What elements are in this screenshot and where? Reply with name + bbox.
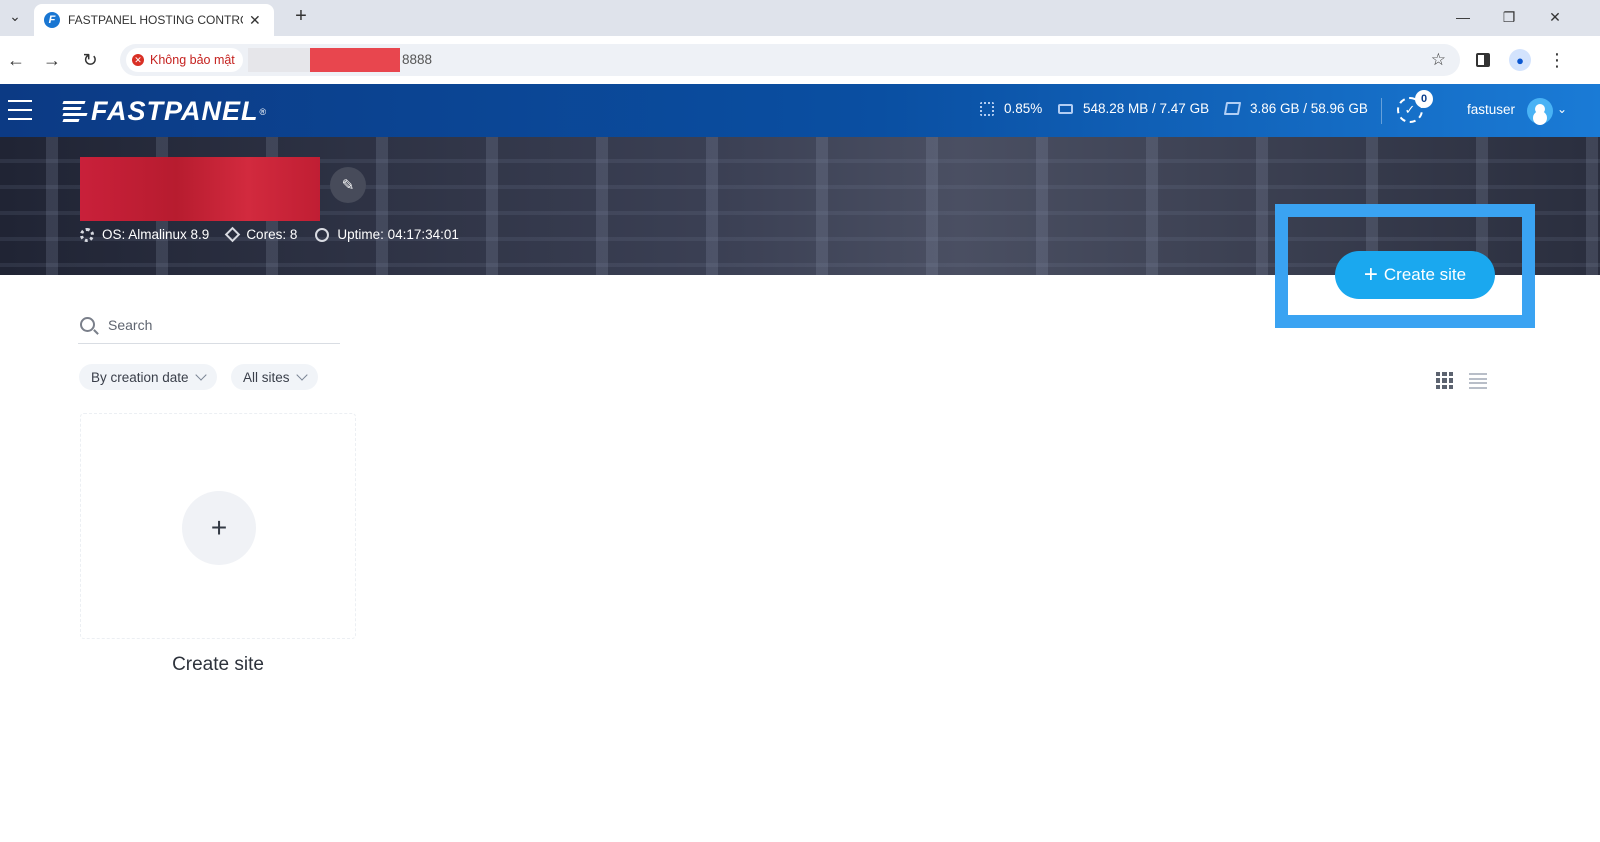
profile-icon: ●	[1509, 49, 1531, 71]
cores-label: Cores: 8	[246, 227, 298, 242]
cpu-icon	[980, 101, 994, 116]
disk-stat: 3.86 GB / 58.96 GB	[1223, 101, 1368, 116]
tasks-count-badge: 0	[1415, 90, 1433, 108]
plus-icon[interactable]: +	[182, 491, 256, 565]
fastpanel-logo[interactable]: FASTPANEL ®	[62, 96, 267, 127]
security-label: Không bảo mật	[150, 53, 235, 67]
restore-icon[interactable]: ❐	[1486, 2, 1532, 32]
user-avatar-icon[interactable]	[1527, 98, 1553, 124]
os-info: OS: Almalinux 8.9	[80, 227, 209, 242]
plus-icon: +	[1363, 261, 1378, 288]
url-redaction	[310, 48, 400, 72]
tab-close-icon[interactable]: ✕	[249, 12, 261, 29]
user-chevron-down-icon[interactable]: ⌄	[1557, 102, 1567, 116]
minimize-icon[interactable]: —	[1440, 2, 1486, 32]
tab-search-chevron-icon[interactable]: ⌄	[0, 0, 30, 32]
chevron-down-icon	[295, 369, 308, 381]
clock-icon	[315, 227, 330, 242]
list-view-icon[interactable]	[1469, 373, 1487, 389]
scope-label: All sites	[243, 369, 290, 385]
scope-dropdown[interactable]: All sites	[231, 364, 318, 390]
url-text: 8888	[402, 52, 433, 67]
url-redaction-faint	[248, 48, 310, 72]
logo-text: FASTPANEL	[91, 96, 259, 126]
edit-server-name-button[interactable]: ✎	[330, 167, 366, 203]
create-site-card[interactable]: +	[80, 413, 356, 639]
create-site-label: Create site	[1383, 265, 1467, 284]
os-label: OS: Almalinux 8.9	[102, 227, 210, 242]
logo-registered-mark: ®	[259, 106, 267, 117]
ram-icon	[1058, 103, 1073, 114]
tab-title: FASTPANEL HOSTING CONTROL	[68, 13, 243, 27]
cpu-stat: 0.85%	[980, 101, 1042, 116]
grid-view-icon[interactable]	[1436, 372, 1453, 389]
cores-info: Cores: 8	[225, 226, 298, 243]
server-info: OS: Almalinux 8.9 Cores: 8 Uptime: 04:17…	[80, 226, 477, 243]
browser-tab-active[interactable]: F FASTPANEL HOSTING CONTROL ✕	[34, 4, 274, 36]
sort-dropdown[interactable]: By creation date	[79, 364, 217, 390]
ram-stat: 548.28 MB / 7.47 GB	[1058, 101, 1209, 116]
disk-value: 3.86 GB / 58.96 GB	[1250, 101, 1368, 116]
forward-icon[interactable]: →	[40, 48, 64, 72]
pencil-icon: ✎	[341, 177, 355, 194]
reload-icon[interactable]: ↻	[78, 48, 102, 72]
profile-button[interactable]: ●	[1508, 48, 1532, 72]
cores-diamond-icon	[225, 226, 241, 243]
logo-lines-icon	[62, 101, 88, 122]
cpu-value: 0.85%	[1004, 101, 1043, 116]
fastpanel-header: FASTPANEL ® 0.85% 548.28 MB / 7.47 GB 3.…	[0, 84, 1600, 137]
sort-label: By creation date	[91, 369, 189, 385]
hamburger-menu-icon[interactable]	[8, 100, 32, 120]
uptime-info: Uptime: 04:17:34:01	[315, 227, 459, 242]
browser-menu-icon[interactable]: ⋮	[1545, 48, 1569, 72]
username[interactable]: fastuser	[1467, 102, 1515, 117]
disk-icon	[1223, 102, 1242, 115]
search-icon	[80, 317, 95, 332]
browser-toolbar: ← → ↻ ✕ Không bảo mật 8888 ☆ ● ⋮	[0, 36, 1600, 84]
os-gear-icon	[80, 227, 94, 242]
not-secure-icon: ✕	[132, 54, 144, 66]
uptime-label: Uptime: 04:17:34:01	[337, 227, 459, 242]
search-input[interactable]	[108, 316, 328, 333]
browser-tab-strip: ⌄ F FASTPANEL HOSTING CONTROL ✕ + — ❐ ✕	[0, 0, 1600, 36]
address-bar[interactable]: ✕ Không bảo mật 8888 ☆	[120, 44, 1460, 76]
window-close-icon[interactable]: ✕	[1532, 2, 1578, 32]
create-site-card-label: Create site	[172, 654, 264, 675]
bookmark-star-icon[interactable]: ☆	[1431, 50, 1446, 70]
security-chip[interactable]: ✕ Không bảo mật	[126, 48, 243, 72]
side-panel-icon[interactable]	[1471, 48, 1495, 72]
new-tab-icon[interactable]: +	[290, 5, 312, 27]
header-divider	[1381, 98, 1382, 124]
search-field[interactable]	[78, 306, 340, 344]
back-icon[interactable]: ←	[4, 48, 28, 72]
ram-value: 548.28 MB / 7.47 GB	[1083, 101, 1210, 116]
create-site-button[interactable]: + Create site	[1335, 251, 1495, 299]
chevron-down-icon	[194, 369, 207, 381]
server-name-redaction	[80, 157, 320, 221]
fastpanel-favicon-icon: F	[44, 12, 60, 28]
